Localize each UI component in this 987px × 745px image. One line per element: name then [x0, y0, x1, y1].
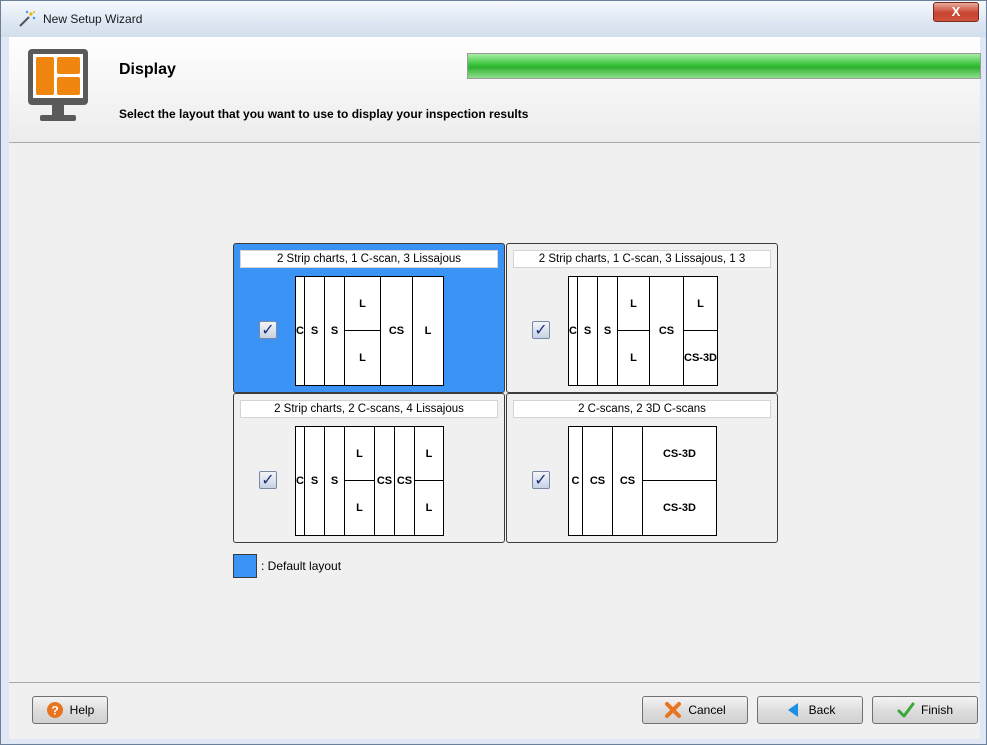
preview-pane: S: [598, 277, 618, 385]
preview-pane: CS: [583, 427, 613, 535]
preview-pane: L L: [415, 427, 443, 535]
preview-pane: L: [425, 502, 433, 514]
finish-label: Finish: [920, 703, 953, 717]
preview-pane: CS-3D CS-3D: [643, 427, 716, 535]
layout-option-label: 2 Strip charts, 2 C-scans, 4 Lissajous: [240, 400, 498, 418]
display-monitor-icon: [28, 49, 88, 121]
layout-checkbox[interactable]: ✓: [259, 321, 277, 339]
cancel-label: Cancel: [688, 703, 726, 717]
layout-option-1[interactable]: 2 Strip charts, 1 C-scan, 3 Lissajous ✓ …: [233, 243, 505, 393]
layout-checkbox[interactable]: ✓: [532, 321, 550, 339]
preview-pane: CS-3D: [643, 427, 716, 481]
layout-preview: C S S L L CS L: [295, 276, 444, 386]
layout-preview: C CS CS CS-3D CS-3D: [568, 426, 717, 536]
wizard-window: New Setup Wizard X Display Select the la…: [0, 0, 987, 745]
layout-grid: 2 Strip charts, 1 C-scan, 3 Lissajous ✓ …: [233, 243, 779, 543]
layout-option-label: 2 Strip charts, 1 C-scan, 3 Lissajous, 1…: [513, 250, 771, 268]
layout-checkbox[interactable]: ✓: [259, 471, 277, 489]
preview-pane: CS-3D: [662, 502, 696, 514]
preview-pane: S: [305, 427, 325, 535]
preview-pane: S: [578, 277, 598, 385]
preview-pane: L: [684, 277, 717, 331]
page-subtitle: Select the layout that you want to use t…: [119, 107, 529, 121]
finish-button[interactable]: Finish: [872, 696, 978, 724]
layout-checkbox[interactable]: ✓: [532, 471, 550, 489]
back-arrow-icon: [787, 703, 798, 717]
preview-pane: L: [618, 277, 649, 331]
preview-pane: CS: [613, 427, 643, 535]
preview-pane: C: [569, 277, 578, 385]
preview-pane: C: [296, 277, 305, 385]
help-label: Help: [69, 703, 95, 717]
preview-pane: L: [345, 427, 374, 481]
layout-option-4[interactable]: 2 C-scans, 2 3D C-scans ✓ C CS CS CS-3D …: [506, 393, 778, 543]
preview-pane: L: [415, 427, 443, 481]
window-title: New Setup Wizard: [43, 12, 143, 26]
wizard-client: Display Select the layout that you want …: [9, 37, 981, 739]
wizard-footer: ? Help Cancel Back Finish: [9, 682, 980, 739]
cancel-x-icon: [665, 702, 682, 718]
preview-pane: L: [630, 352, 637, 364]
layout-option-label: 2 Strip charts, 1 C-scan, 3 Lissajous: [240, 250, 498, 268]
preview-pane: S: [325, 277, 345, 385]
preview-pane: S: [305, 277, 325, 385]
preview-pane: L: [359, 352, 366, 364]
preview-pane: L: [345, 277, 380, 331]
back-button[interactable]: Back: [757, 696, 863, 724]
help-icon: ?: [46, 702, 63, 718]
layout-option-label: 2 C-scans, 2 3D C-scans: [513, 400, 771, 418]
preview-pane: C: [569, 427, 583, 535]
close-button[interactable]: X: [933, 2, 979, 22]
preview-pane: CS: [395, 427, 415, 535]
preview-pane: L: [424, 325, 432, 337]
wizard-progress-bar: [467, 53, 981, 79]
preview-pane: CS-3D: [684, 352, 717, 364]
title-bar: New Setup Wizard X: [1, 1, 986, 37]
preview-pane: C: [296, 427, 305, 535]
layout-preview: C S S L L CS L CS-3D: [568, 276, 718, 386]
layout-option-3[interactable]: 2 Strip charts, 2 C-scans, 4 Lissajous ✓…: [233, 393, 505, 543]
wizard-header: Display Select the layout that you want …: [9, 37, 981, 143]
checkmark-icon: [897, 702, 915, 718]
preview-pane: L CS-3D: [684, 277, 717, 385]
preview-pane: L L: [345, 277, 381, 385]
progress-fill: [468, 54, 980, 78]
svg-text:?: ?: [51, 704, 58, 718]
layout-preview: C S S L L CS CS L L: [295, 426, 444, 536]
preview-pane: CS: [650, 277, 684, 385]
layout-option-2[interactable]: 2 Strip charts, 1 C-scan, 3 Lissajous, 1…: [506, 243, 778, 393]
preview-pane: L: [356, 502, 363, 514]
help-button[interactable]: ? Help: [32, 696, 108, 724]
preview-pane: CS: [375, 427, 395, 535]
legend-text: : Default layout: [261, 559, 342, 573]
cancel-button[interactable]: Cancel: [642, 696, 748, 724]
preview-pane: CS: [381, 277, 413, 385]
default-layout-swatch: [233, 554, 257, 578]
back-label: Back: [808, 703, 836, 717]
page-title: Display: [119, 61, 176, 78]
preview-pane: L L: [345, 427, 375, 535]
wizard-wand-icon: [19, 10, 36, 27]
layout-content: 2 Strip charts, 1 C-scan, 3 Lissajous ✓ …: [9, 144, 980, 676]
preview-pane: L L: [618, 277, 650, 385]
preview-pane: S: [325, 427, 345, 535]
